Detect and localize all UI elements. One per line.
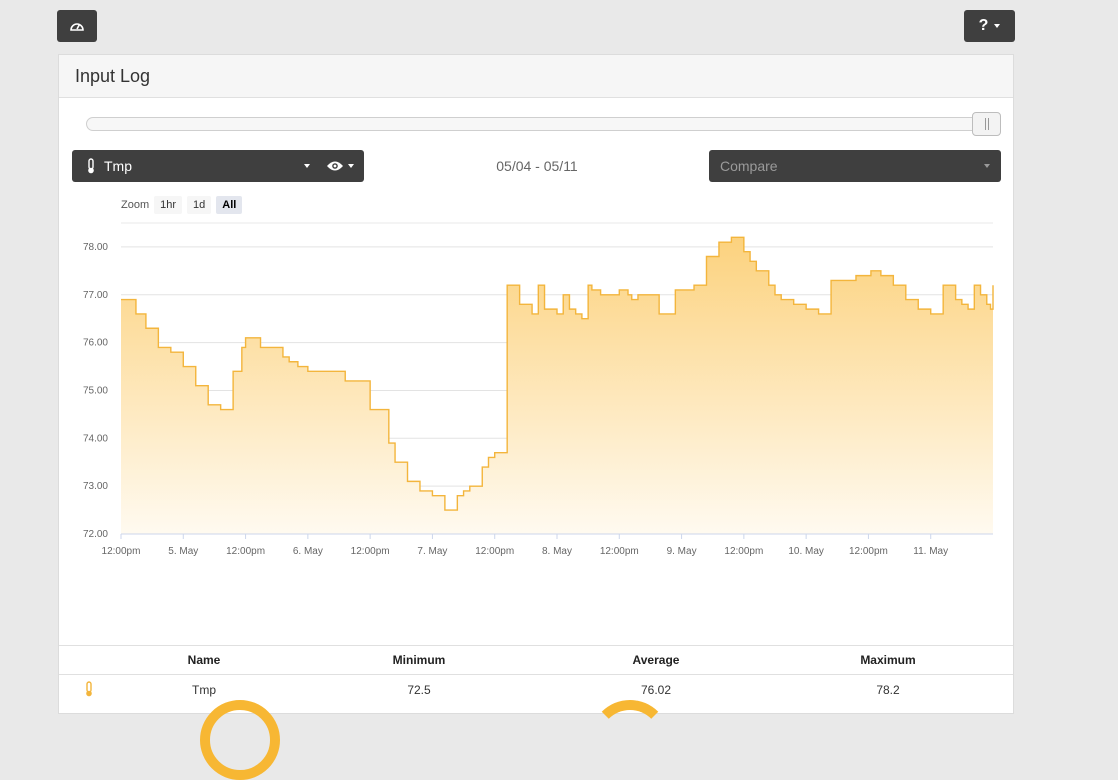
zoom-controls: Zoom 1hr 1d All: [121, 196, 243, 214]
eye-icon: [327, 161, 343, 171]
stats-header-name: Name: [119, 645, 289, 675]
stats-table: Name Minimum Average Maximum Tmp 72.5 76…: [59, 645, 1013, 705]
chevron-down-icon: [304, 164, 310, 168]
y-tick-label: 75.00: [83, 385, 108, 396]
zoom-1d-button[interactable]: 1d: [187, 196, 212, 214]
y-tick-label: 77.00: [83, 290, 108, 301]
visibility-toggle[interactable]: [326, 160, 354, 172]
zoom-1hr-button[interactable]: 1hr: [154, 196, 183, 214]
y-tick-label: 74.00: [83, 433, 108, 444]
x-tick-label: 10. May: [788, 546, 824, 557]
zoom-label: Zoom: [121, 199, 150, 211]
x-tick-label: 11. May: [913, 546, 948, 557]
chevron-down-icon: [994, 24, 1001, 28]
stats-header-average: Average: [549, 645, 763, 675]
decorative-logo-arc: [590, 700, 670, 780]
x-tick-label: 7. May: [417, 546, 447, 557]
stats-minimum-cell: 72.5: [407, 683, 431, 697]
stats-average-cell: 76.02: [640, 683, 672, 697]
x-tick-label: 12:00pm: [102, 546, 141, 557]
compare-select-placeholder: Compare: [720, 158, 778, 174]
panel-header: Input Log: [59, 55, 1013, 98]
y-tick-label: 76.00: [83, 338, 108, 349]
x-tick-label: 12:00pm: [600, 546, 639, 557]
x-tick-label: 9. May: [667, 546, 697, 557]
y-tick-label: 72.00: [83, 529, 108, 540]
sensor-select[interactable]: Tmp: [72, 150, 364, 182]
y-tick-label: 73.00: [83, 481, 108, 492]
x-tick-label: 12:00pm: [724, 546, 763, 557]
series-area: [121, 237, 993, 534]
decorative-logo-arc: [200, 700, 280, 780]
panel-title: Input Log: [75, 65, 151, 86]
x-tick-label: 8. May: [542, 546, 572, 557]
stats-header-minimum: Minimum: [289, 645, 549, 675]
chevron-down-icon: [984, 164, 990, 168]
dashboard-button[interactable]: [57, 10, 97, 42]
range-slider-track[interactable]: [86, 117, 1000, 131]
table-row: Tmp 72.5 76.02 78.2: [59, 675, 1013, 706]
temperature-chart[interactable]: 72.00 73.00 74.00 75.00 76.00 77.00 78.00 12:00…: [59, 55, 1013, 575]
sensor-select-label: Tmp: [104, 158, 132, 174]
help-dropdown-button[interactable]: ?: [964, 10, 1015, 42]
chevron-down-icon: [348, 164, 354, 168]
range-slider-handle[interactable]: [972, 112, 1001, 136]
stats-maximum-cell: 78.2: [876, 683, 900, 697]
compare-select[interactable]: Compare: [709, 150, 1001, 182]
gauge-icon: [70, 23, 84, 31]
y-tick-label: 78.00: [83, 242, 108, 253]
thermometer-icon: [86, 680, 92, 696]
zoom-all-button[interactable]: All: [216, 196, 243, 214]
x-tick-label: 12:00pm: [849, 546, 888, 557]
help-question-icon: ?: [978, 17, 989, 34]
x-tick-label: 12:00pm: [475, 546, 514, 557]
thermometer-icon: [88, 158, 94, 174]
series-line-tmp: [121, 236, 994, 511]
stats-name-cell: Tmp: [192, 683, 216, 697]
x-tick-label: 6. May: [293, 546, 323, 557]
input-log-panel: Input Log Tmp 05/04 - 05/11 Compare Zoom…: [58, 54, 1014, 714]
date-range-label: 05/04 - 05/11: [496, 158, 578, 174]
x-tick-label: 12:00pm: [351, 546, 390, 557]
stats-header-maximum: Maximum: [763, 645, 1013, 675]
stats-header-row: Name Minimum Average Maximum: [59, 645, 1013, 675]
x-tick-label: 5. May: [168, 546, 198, 557]
x-tick-label: 12:00pm: [226, 546, 265, 557]
